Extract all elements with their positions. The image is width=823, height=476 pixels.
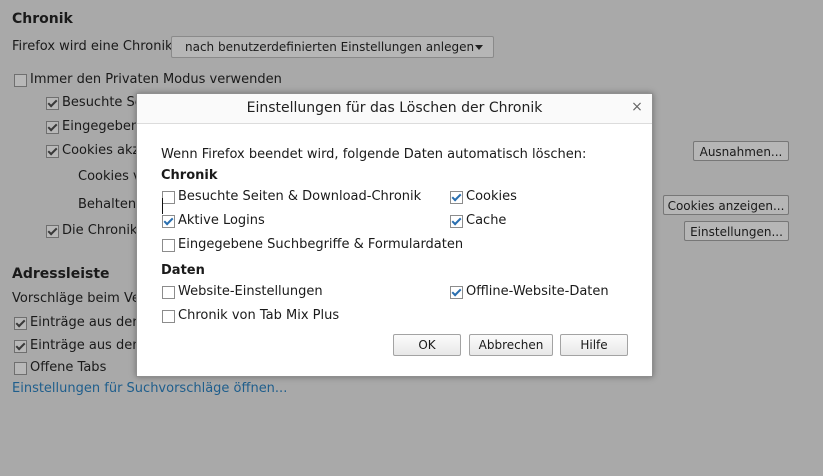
active-logins-label: Aktive Logins xyxy=(178,213,265,228)
section-chronik: Chronik xyxy=(161,168,218,183)
history-suggest-checkbox[interactable] xyxy=(14,317,27,330)
search-suggestions-link[interactable]: Einstellungen für Suchvorschläge öffnen.… xyxy=(12,381,287,396)
text-cursor xyxy=(162,198,163,214)
cookies-accept-label: Cookies akze xyxy=(62,143,148,158)
clear-history-checkbox[interactable] xyxy=(46,225,59,238)
dialog-title: Einstellungen für das Löschen der Chroni… xyxy=(137,94,652,124)
cancel-button[interactable]: Abbrechen xyxy=(469,334,553,356)
ok-button[interactable]: OK xyxy=(393,334,461,356)
offline-data-checkbox[interactable] xyxy=(450,286,463,299)
visited-label: Besuchte Se xyxy=(62,95,143,110)
entered-label: Eingegebene xyxy=(62,119,148,134)
cookies-label: Cookies xyxy=(466,189,517,204)
chronik-heading: Chronik xyxy=(12,11,73,27)
keep-label: Behalten, xyxy=(78,197,141,212)
addressbar-heading: Adressleiste xyxy=(12,266,110,282)
offline-data-label: Offline-Website-Daten xyxy=(466,284,609,299)
site-settings-label: Website-Einstellungen xyxy=(178,284,323,299)
bookmarks-suggest-checkbox[interactable] xyxy=(14,340,27,353)
history-settings-button[interactable]: Einstellungen... xyxy=(684,221,789,241)
history-mode-label: Firefox wird eine Chronik: xyxy=(12,39,177,54)
dialog-intro: Wenn Firefox beendet wird, folgende Date… xyxy=(161,147,587,162)
cache-checkbox[interactable] xyxy=(450,215,463,228)
bookmarks-suggest-label: Einträge aus den l xyxy=(30,338,149,353)
cache-label: Cache xyxy=(466,213,507,228)
tabmix-history-label: Chronik von Tab Mix Plus xyxy=(178,308,340,323)
history-suggest-label: Einträge aus der C xyxy=(30,315,151,330)
site-settings-checkbox[interactable] xyxy=(162,286,175,299)
search-form-data-label: Eingegebene Suchbegriffe & Formulardaten xyxy=(178,237,464,252)
visited-checkbox[interactable] xyxy=(46,97,59,110)
open-tabs-checkbox[interactable] xyxy=(14,362,27,375)
exceptions-button[interactable]: Ausnahmen... xyxy=(693,141,789,161)
search-form-data-checkbox[interactable] xyxy=(162,239,175,252)
active-logins-checkbox[interactable] xyxy=(162,215,175,228)
show-cookies-button[interactable]: Cookies anzeigen... xyxy=(663,195,789,215)
history-mode-value: nach benutzerdefinierten Einstellungen a… xyxy=(185,40,475,54)
cookies-checkbox[interactable] xyxy=(450,191,463,204)
cookies-accept-checkbox[interactable] xyxy=(46,145,59,158)
help-button[interactable]: Hilfe xyxy=(560,334,628,356)
visited-downloads-checkbox[interactable] xyxy=(162,191,175,204)
open-tabs-label: Offene Tabs xyxy=(30,360,107,375)
close-icon[interactable]: × xyxy=(630,99,644,115)
section-daten: Daten xyxy=(161,263,205,278)
history-mode-select[interactable]: nach benutzerdefinierten Einstellungen a… xyxy=(171,36,494,58)
tabmix-history-checkbox[interactable] xyxy=(162,310,175,323)
private-mode-label: Immer den Privaten Modus verwenden xyxy=(30,72,282,87)
private-mode-checkbox[interactable] xyxy=(14,74,27,87)
cookies-from-label: Cookies v xyxy=(78,169,141,184)
chevron-down-icon xyxy=(475,45,483,50)
clear-history-settings-dialog: Einstellungen für das Löschen der Chroni… xyxy=(136,93,653,377)
entered-checkbox[interactable] xyxy=(46,121,59,134)
clear-history-label: Die Chronik xyxy=(62,223,138,238)
suggestions-label: Vorschläge beim Ver xyxy=(12,291,146,306)
visited-downloads-label: Besuchte Seiten & Download-Chronik xyxy=(178,189,422,204)
